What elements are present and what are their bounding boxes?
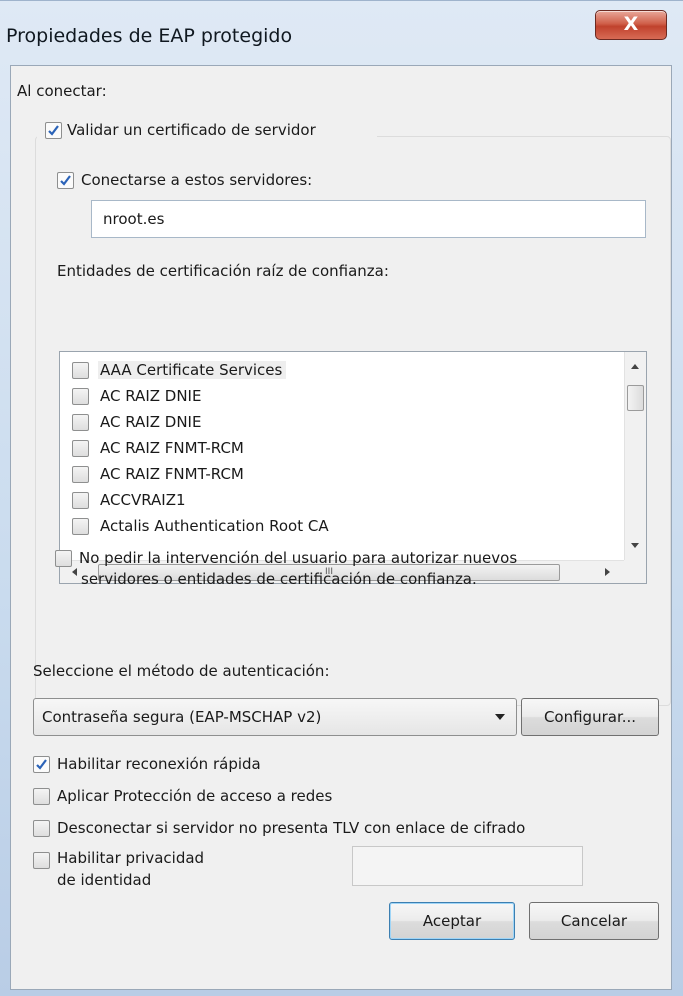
no-prompt-checkbox[interactable]	[55, 550, 72, 567]
ok-button[interactable]: Aceptar	[389, 902, 515, 940]
list-item-label: AC RAIZ FNMT-RCM	[100, 439, 244, 457]
auth-method-select[interactable]: Contraseña segura (EAP-MSCHAP v2)	[33, 698, 517, 736]
close-button[interactable]: X	[595, 10, 667, 40]
identity-privacy-checkbox[interactable]	[33, 852, 50, 869]
list-item-checkbox[interactable]	[72, 414, 89, 431]
list-item-checkbox[interactable]	[72, 466, 89, 483]
list-item-checkbox[interactable]	[72, 518, 89, 535]
anonymous-identity-input	[352, 846, 583, 886]
connect-servers-label[interactable]: Conectarse a estos servidores:	[81, 171, 312, 189]
window-title: Propiedades de EAP protegido	[6, 25, 293, 47]
list-item-checkbox[interactable]	[72, 388, 89, 405]
list-item-checkbox[interactable]	[72, 440, 89, 457]
trusted-roots-label: Entidades de certificación raíz de confi…	[57, 262, 389, 280]
chevron-down-icon	[495, 714, 505, 720]
tlv-label[interactable]: Desconectar si servidor no presenta TLV …	[57, 819, 525, 837]
check-icon	[48, 125, 59, 136]
validate-cert-label[interactable]: Validar un certificado de servidor	[67, 121, 316, 139]
dialog-client-area: Al conectar: Validar un certificado de s…	[10, 65, 672, 990]
list-item-label: Actalis Authentication Root CA	[100, 517, 329, 535]
list-item-checkbox[interactable]	[72, 362, 89, 379]
connect-servers-checkbox[interactable]	[57, 172, 74, 189]
scroll-left-icon[interactable]	[72, 568, 77, 576]
scroll-up-icon[interactable]	[631, 364, 639, 369]
nap-label[interactable]: Aplicar Protección de acceso a redes	[57, 787, 332, 805]
check-icon	[60, 175, 71, 186]
list-item-label: AC RAIZ DNIE	[100, 387, 202, 405]
close-icon: X	[623, 13, 639, 35]
auth-method-label: Seleccione el método de autenticación:	[33, 662, 330, 680]
fast-reconnect-label[interactable]: Habilitar reconexión rápida	[57, 755, 261, 773]
list-item-label: AC RAIZ FNMT-RCM	[100, 465, 244, 483]
identity-privacy-label-line2[interactable]: de identidad	[57, 871, 151, 889]
scroll-right-icon[interactable]	[605, 568, 610, 576]
scroll-down-icon[interactable]	[631, 543, 639, 548]
vertical-scroll-thumb[interactable]	[627, 385, 644, 411]
configure-button[interactable]: Configurar...	[521, 698, 659, 736]
list-item-label: AC RAIZ DNIE	[100, 413, 202, 431]
vertical-scrollbar[interactable]	[624, 352, 646, 560]
list-item-label: ACCVRAIZ1	[100, 491, 186, 509]
auth-method-value: Contraseña segura (EAP-MSCHAP v2)	[42, 708, 322, 726]
list-item-label: AAA Certificate Services	[98, 361, 287, 379]
identity-privacy-label-line1[interactable]: Habilitar privacidad	[57, 849, 204, 867]
no-prompt-label-line1[interactable]: No pedir la intervención del usuario par…	[79, 549, 517, 567]
dialog-window: Propiedades de EAP protegido X Al conect…	[0, 0, 683, 996]
no-prompt-label-line2[interactable]: servidores o entidades de certificación …	[81, 570, 477, 588]
tlv-checkbox[interactable]	[33, 820, 50, 837]
list-item-checkbox[interactable]	[72, 492, 89, 509]
nap-checkbox[interactable]	[33, 788, 50, 805]
validate-cert-checkbox[interactable]	[45, 122, 62, 139]
cancel-button[interactable]: Cancelar	[529, 902, 659, 940]
al-conectar-heading: Al conectar:	[17, 82, 107, 100]
check-icon	[36, 759, 47, 770]
servers-input[interactable]: nroot.es	[91, 200, 646, 238]
fast-reconnect-checkbox[interactable]	[33, 756, 50, 773]
title-bar[interactable]: Propiedades de EAP protegido X	[0, 1, 683, 67]
scroll-corner	[624, 560, 646, 583]
